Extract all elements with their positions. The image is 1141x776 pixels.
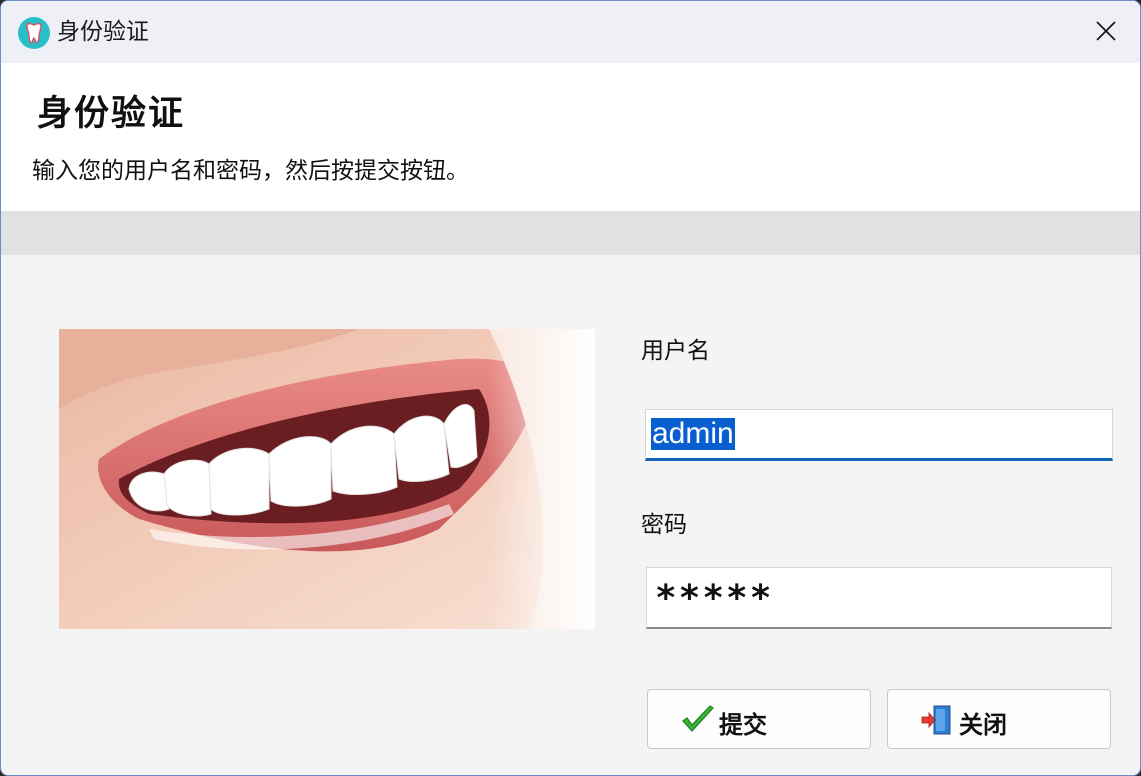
close-button[interactable]: 关闭 [887,689,1111,749]
smile-photo [59,329,595,629]
exit-door-icon [921,705,951,735]
submit-button[interactable]: 提交 [647,689,871,749]
username-value: admin [651,417,735,450]
header-title: 身份验证 [37,93,186,134]
window-close-button[interactable] [1072,1,1140,63]
header-separator [1,211,1140,255]
password-value: ***** [655,578,774,619]
tooth-icon [18,17,50,49]
close-button-label: 关闭 [959,711,1007,739]
username-label: 用户名 [641,338,710,364]
password-input[interactable]: ***** [646,567,1112,629]
header-description: 输入您的用户名和密码，然后按提交按钮。 [32,158,469,184]
submit-button-label: 提交 [719,711,767,739]
title-bar[interactable]: 身份验证 [1,1,1140,63]
close-icon [1096,21,1116,41]
dialog-header: 身份验证 输入您的用户名和密码，然后按提交按钮。 [1,63,1140,211]
checkmark-icon [682,705,714,732]
username-input[interactable]: admin [645,409,1113,461]
auth-dialog: 身份验证 身份验证 输入您的用户名和密码，然后按提交按钮。 用户名 admin … [0,0,1141,776]
window-title: 身份验证 [57,19,149,45]
password-label: 密码 [641,512,687,538]
